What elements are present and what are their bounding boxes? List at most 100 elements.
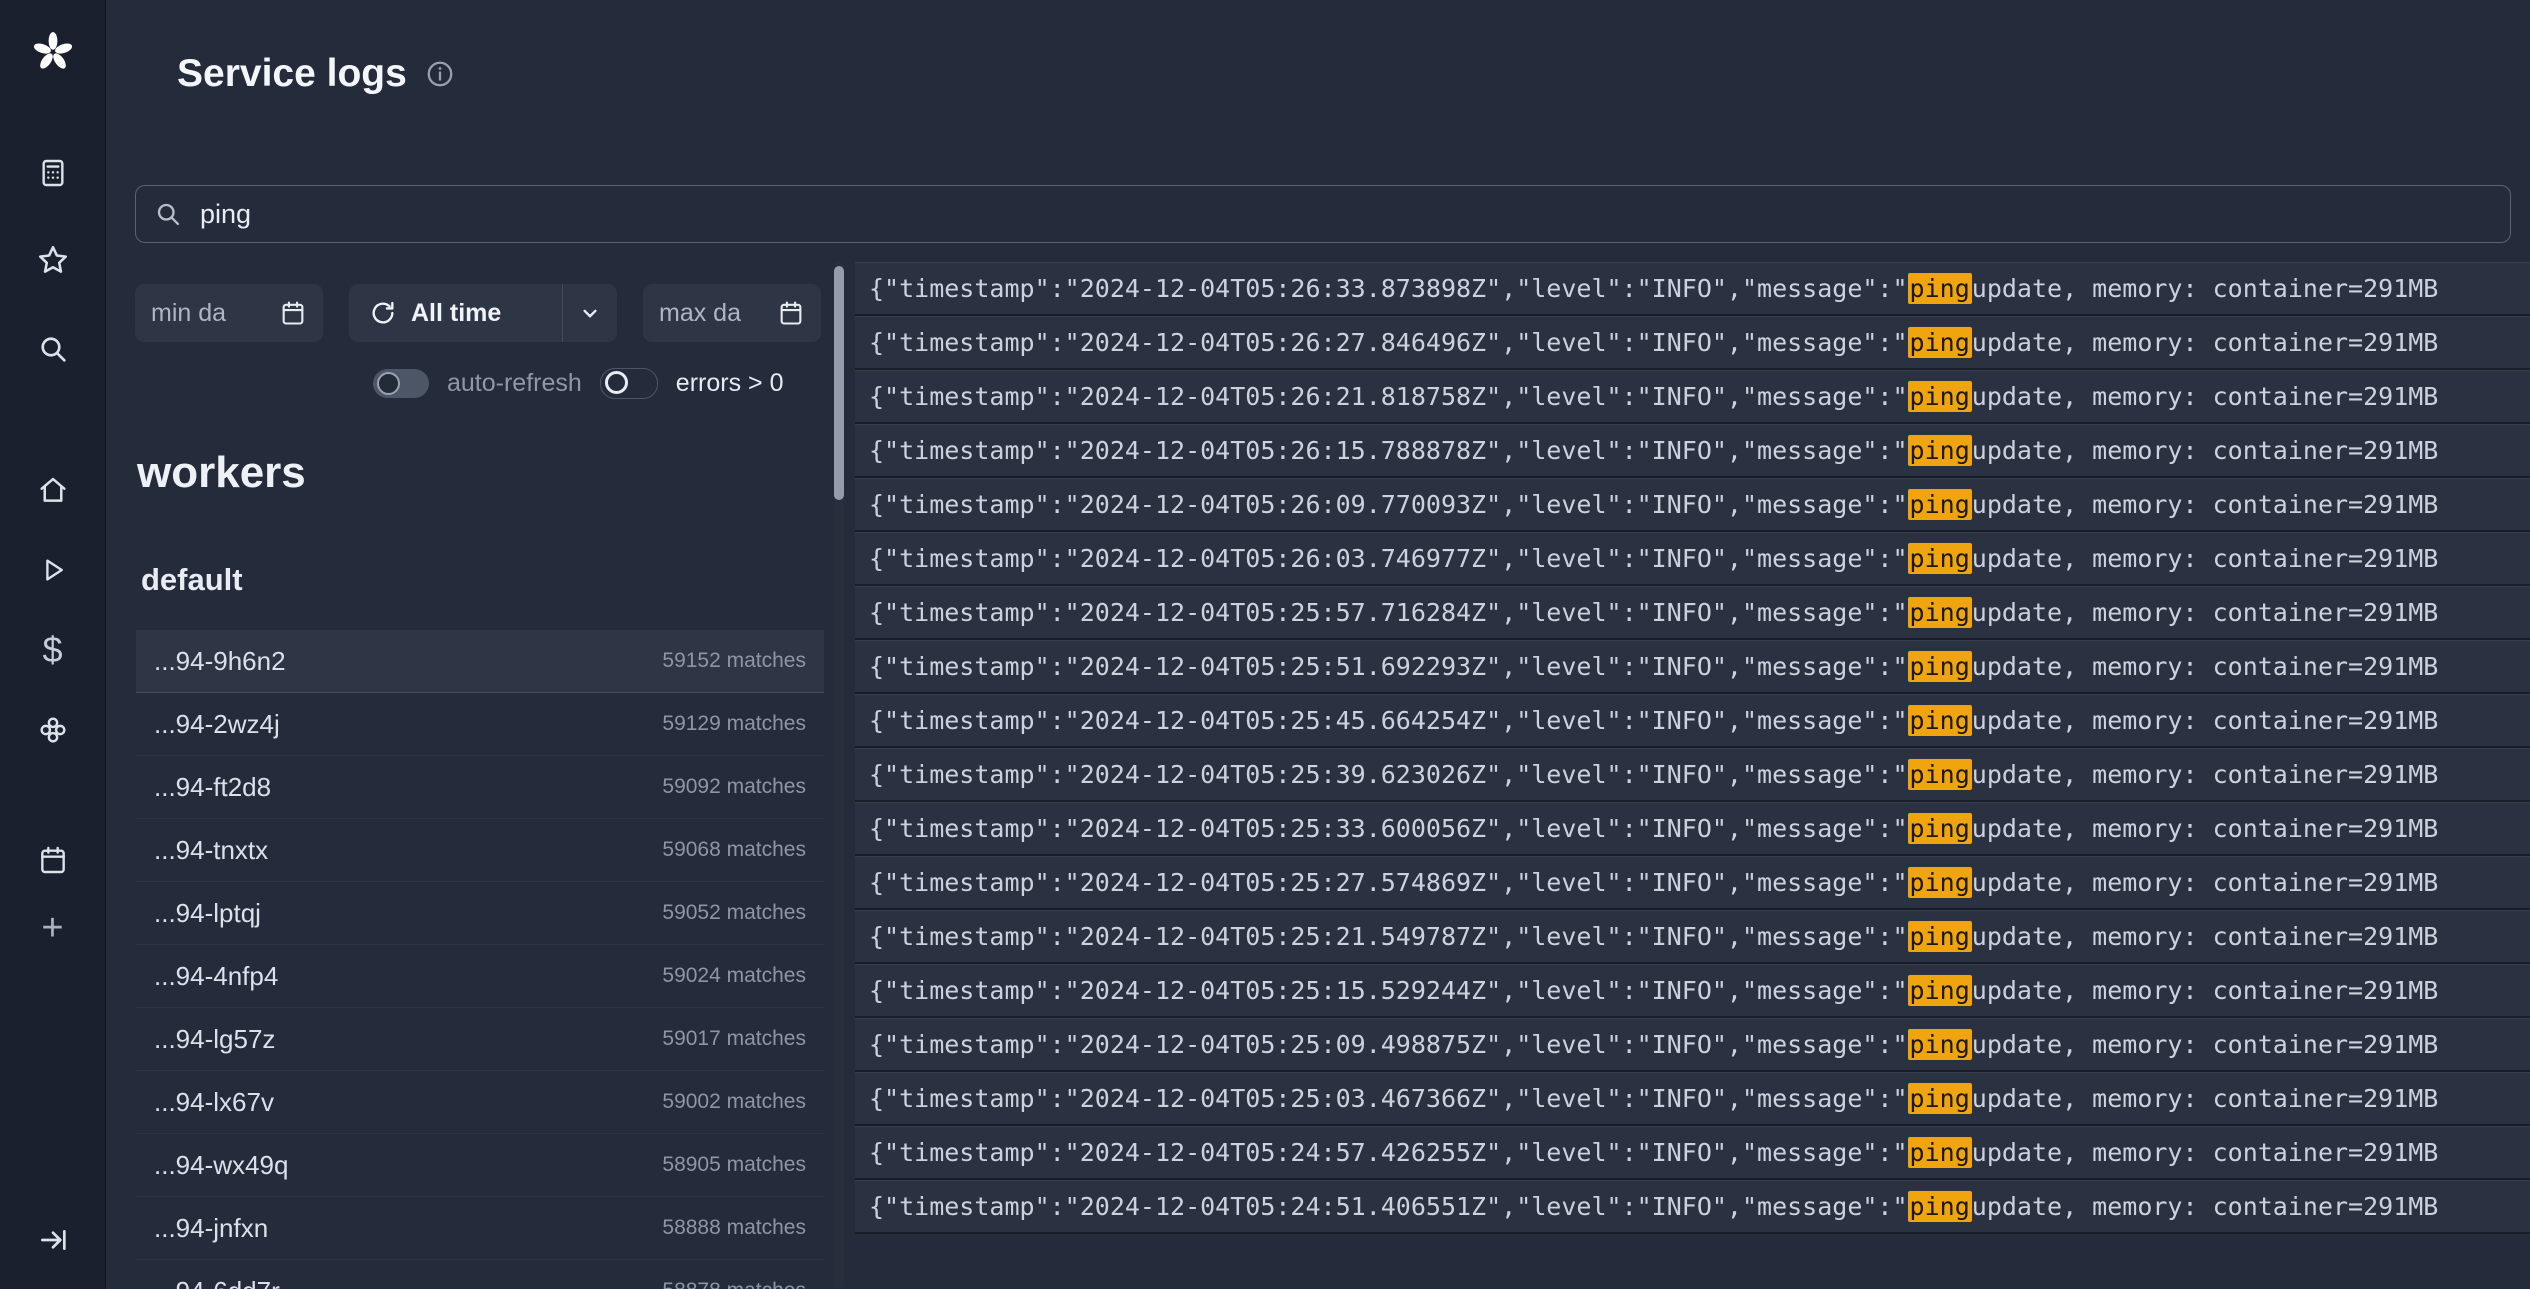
errors-toggle[interactable] [600, 368, 658, 399]
worker-id: ...94-jnfxn [154, 1213, 268, 1244]
page-title: Service logs [177, 52, 455, 96]
log-row: {"timestamp":"2024-12-04T05:26:33.873898… [855, 262, 2530, 316]
flower-icon[interactable] [0, 712, 105, 748]
search-input[interactable] [198, 198, 2492, 231]
worker-matches: 59129 matches [662, 712, 806, 736]
worker-list: ...94-9h6n2 59152 matches ...94-2wz4j 59… [136, 630, 824, 1289]
play-icon[interactable] [0, 552, 105, 588]
filters-row: min da All time [135, 284, 821, 342]
log-highlight: ping [1908, 921, 1972, 952]
worker-row[interactable]: ...94-wx49q 58905 matches [136, 1134, 824, 1197]
worker-matches: 59092 matches [662, 775, 806, 799]
log-row: {"timestamp":"2024-12-04T05:26:15.788878… [855, 424, 2530, 478]
home-icon[interactable] [0, 472, 105, 508]
log-highlight: ping [1908, 1191, 1972, 1222]
worker-row[interactable]: ...94-jnfxn 58888 matches [136, 1197, 824, 1260]
star-icon[interactable] [0, 242, 105, 278]
worker-id: ...94-6dd7r [154, 1276, 280, 1289]
log-row: {"timestamp":"2024-12-04T05:25:15.529244… [855, 964, 2530, 1018]
log-suffix: update, memory: container=291MB [1972, 274, 2439, 303]
worker-matches: 58878 matches [662, 1279, 806, 1289]
log-suffix: update, memory: container=291MB [1972, 1030, 2439, 1059]
search-nav-icon[interactable] [0, 331, 105, 367]
calendar-icon [279, 299, 307, 327]
log-highlight: ping [1908, 759, 1972, 790]
info-icon[interactable] [425, 59, 455, 89]
log-row: {"timestamp":"2024-12-04T05:26:21.818758… [855, 370, 2530, 424]
calendar-icon[interactable] [0, 842, 105, 878]
log-suffix: update, memory: container=291MB [1972, 1192, 2439, 1221]
min-date-button[interactable]: min da [135, 284, 323, 342]
worker-id: ...94-lptqj [154, 898, 261, 929]
worker-matches: 59068 matches [662, 838, 806, 862]
max-date-button[interactable]: max da [643, 284, 821, 342]
log-suffix: update, memory: container=291MB [1972, 544, 2439, 573]
log-prefix: {"timestamp":"2024-12-04T05:24:51.406551… [869, 1192, 1908, 1221]
log-suffix: update, memory: container=291MB [1972, 706, 2439, 735]
worker-row[interactable]: ...94-lptqj 59052 matches [136, 882, 824, 945]
worker-id: ...94-2wz4j [154, 709, 280, 740]
chevron-down-icon[interactable] [563, 300, 617, 326]
log-highlight: ping [1908, 1137, 1972, 1168]
log-row: {"timestamp":"2024-12-04T05:24:57.426255… [855, 1126, 2530, 1180]
log-prefix: {"timestamp":"2024-12-04T05:26:03.746977… [869, 544, 1908, 573]
log-highlight: ping [1908, 435, 1972, 466]
log-row: {"timestamp":"2024-12-04T05:25:39.623026… [855, 748, 2530, 802]
log-prefix: {"timestamp":"2024-12-04T05:26:27.846496… [869, 328, 1908, 357]
time-range-button[interactable]: All time [349, 284, 617, 342]
worker-id: ...94-lg57z [154, 1024, 275, 1055]
worker-row[interactable]: ...94-4nfp4 59024 matches [136, 945, 824, 1008]
log-prefix: {"timestamp":"2024-12-04T05:24:57.426255… [869, 1138, 1908, 1167]
log-prefix: {"timestamp":"2024-12-04T05:25:03.467366… [869, 1084, 1908, 1113]
worker-row[interactable]: ...94-lx67v 59002 matches [136, 1071, 824, 1134]
log-row: {"timestamp":"2024-12-04T05:25:09.498875… [855, 1018, 2530, 1072]
search-icon [154, 200, 182, 228]
log-highlight: ping [1908, 273, 1972, 304]
workers-heading: workers [137, 448, 306, 498]
calculator-icon[interactable] [0, 155, 105, 191]
worker-id: ...94-tnxtx [154, 835, 268, 866]
collapse-sidebar-icon[interactable] [0, 1222, 105, 1258]
windmill-logo-icon[interactable] [0, 28, 105, 76]
errors-label: errors > 0 [676, 369, 784, 398]
dollar-icon[interactable]: $ [0, 630, 105, 670]
log-suffix: update, memory: container=291MB [1972, 814, 2439, 843]
log-suffix: update, memory: container=291MB [1972, 1084, 2439, 1113]
search-bar [135, 185, 2511, 243]
log-prefix: {"timestamp":"2024-12-04T05:26:15.788878… [869, 436, 1908, 465]
log-suffix: update, memory: container=291MB [1972, 328, 2439, 357]
log-highlight: ping [1908, 975, 1972, 1006]
worker-row[interactable]: ...94-6dd7r 58878 matches [136, 1260, 824, 1289]
worker-row[interactable]: ...94-tnxtx 59068 matches [136, 819, 824, 882]
log-prefix: {"timestamp":"2024-12-04T05:25:27.574869… [869, 868, 1908, 897]
log-prefix: {"timestamp":"2024-12-04T05:25:39.623026… [869, 760, 1908, 789]
time-range-main[interactable]: All time [349, 299, 562, 328]
log-prefix: {"timestamp":"2024-12-04T05:25:45.664254… [869, 706, 1908, 735]
worker-matches: 59002 matches [662, 1090, 806, 1114]
max-date-label: max da [659, 299, 741, 328]
worker-matches: 59024 matches [662, 964, 806, 988]
log-row: {"timestamp":"2024-12-04T05:25:33.600056… [855, 802, 2530, 856]
worker-matches: 59152 matches [662, 649, 806, 673]
log-row: {"timestamp":"2024-12-04T05:24:51.406551… [855, 1180, 2530, 1234]
log-prefix: {"timestamp":"2024-12-04T05:25:33.600056… [869, 814, 1908, 843]
log-prefix: {"timestamp":"2024-12-04T05:26:21.818758… [869, 382, 1908, 411]
plus-icon[interactable]: + [0, 908, 105, 948]
min-date-label: min da [151, 299, 226, 328]
log-highlight: ping [1908, 381, 1972, 412]
log-row: {"timestamp":"2024-12-04T05:26:09.770093… [855, 478, 2530, 532]
worker-row[interactable]: ...94-2wz4j 59129 matches [136, 693, 824, 756]
worker-row[interactable]: ...94-lg57z 59017 matches [136, 1008, 824, 1071]
log-prefix: {"timestamp":"2024-12-04T05:26:33.873898… [869, 274, 1908, 303]
auto-refresh-toggle[interactable] [373, 369, 429, 398]
page-title-text: Service logs [177, 52, 407, 96]
time-range-label: All time [411, 299, 501, 328]
worker-row[interactable]: ...94-9h6n2 59152 matches [136, 630, 824, 693]
log-highlight: ping [1908, 651, 1972, 682]
worker-id: ...94-4nfp4 [154, 961, 278, 992]
log-prefix: {"timestamp":"2024-12-04T05:26:09.770093… [869, 490, 1908, 519]
log-prefix: {"timestamp":"2024-12-04T05:25:09.498875… [869, 1030, 1908, 1059]
log-highlight: ping [1908, 597, 1972, 628]
log-scrollbar-thumb[interactable] [834, 266, 844, 500]
worker-row[interactable]: ...94-ft2d8 59092 matches [136, 756, 824, 819]
